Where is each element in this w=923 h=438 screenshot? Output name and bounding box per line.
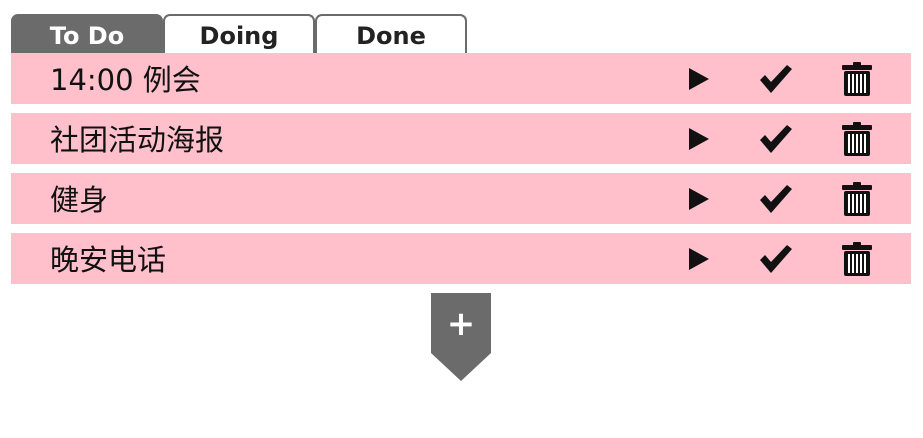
- todo-board: To Do Doing Done 14:00 例会 社团活动海报 健身 晚安电话…: [0, 0, 923, 438]
- tab-doing[interactable]: Doing: [163, 14, 315, 54]
- trash-icon[interactable]: [840, 233, 874, 284]
- trash-icon[interactable]: [840, 113, 874, 164]
- trash-icon[interactable]: [840, 53, 874, 104]
- check-icon[interactable]: [759, 53, 793, 104]
- task-list: 14:00 例会 社团活动海报 健身 晚安电话: [11, 53, 911, 293]
- add-task-button[interactable]: +: [431, 293, 491, 381]
- play-icon[interactable]: [685, 53, 713, 104]
- check-icon[interactable]: [759, 113, 793, 164]
- task-text: 14:00 例会: [50, 63, 201, 97]
- tab-todo[interactable]: To Do: [11, 14, 163, 54]
- tab-done[interactable]: Done: [315, 14, 467, 54]
- check-icon[interactable]: [759, 233, 793, 284]
- plus-icon: +: [446, 304, 476, 344]
- play-icon[interactable]: [685, 233, 713, 284]
- trash-icon[interactable]: [840, 173, 874, 224]
- task-text: 晚安电话: [50, 243, 167, 277]
- check-icon[interactable]: [759, 173, 793, 224]
- task-text: 社团活动海报: [50, 123, 225, 157]
- play-icon[interactable]: [685, 113, 713, 164]
- task-item: 晚安电话: [11, 233, 911, 284]
- tab-bar: To Do Doing Done: [11, 14, 467, 54]
- task-item: 社团活动海报: [11, 113, 911, 164]
- task-item: 健身: [11, 173, 911, 224]
- play-icon[interactable]: [685, 173, 713, 224]
- task-text: 健身: [50, 183, 109, 217]
- task-item: 14:00 例会: [11, 53, 911, 104]
